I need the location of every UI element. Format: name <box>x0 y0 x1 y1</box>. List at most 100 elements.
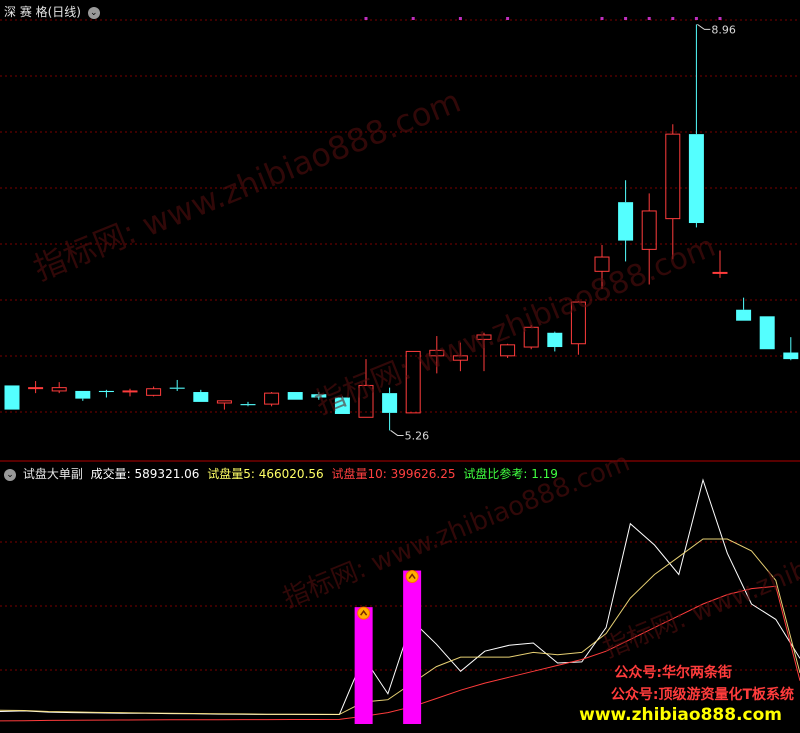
chevron-down-icon[interactable]: ⌄ <box>87 6 100 19</box>
candle <box>169 379 185 391</box>
candle <box>98 389 114 398</box>
promo-line-3: www.zhibiao888.com <box>579 705 782 725</box>
signal-dot <box>694 17 698 20</box>
signal-dot <box>671 17 675 20</box>
candle-body <box>759 316 775 350</box>
candle-body <box>570 301 586 345</box>
candle <box>75 390 91 401</box>
chart-canvas: 8.96 5.26 <box>0 17 800 724</box>
candle <box>146 386 162 397</box>
candle-body <box>146 388 162 396</box>
signal-dot <box>624 17 628 20</box>
candle-body <box>500 344 516 357</box>
signal-dot <box>506 17 510 20</box>
signal-dot <box>411 17 415 20</box>
candle-body <box>405 350 421 414</box>
signal-bars <box>354 570 422 724</box>
candle <box>712 250 728 278</box>
promo-line-1: 公众号:华尔两条街 <box>614 665 732 681</box>
annotation-label: 8.96 <box>711 23 736 36</box>
candle-body <box>665 133 681 220</box>
candle-body <box>311 394 327 398</box>
ma5-readout: 试盘量5: 466020.56 <box>207 467 324 481</box>
candle <box>287 392 303 400</box>
candle <box>334 396 350 414</box>
candle-body <box>28 387 44 390</box>
candle <box>4 385 20 410</box>
candle-body <box>122 390 138 393</box>
signal-dot <box>458 17 462 20</box>
candle <box>500 343 516 359</box>
candle-body <box>4 385 20 410</box>
candle-body <box>476 334 492 340</box>
candle <box>523 325 539 350</box>
signal-bar <box>403 570 422 724</box>
candle-body <box>240 404 256 406</box>
ma10-readout: 试盘量10: 399626.25 <box>331 467 456 481</box>
arrow-up-icon <box>357 606 371 620</box>
indicator-name: 试盘大单副 <box>22 467 83 481</box>
candle <box>358 359 374 418</box>
ratio-readout: 试盘比参考: 1.19 <box>463 467 558 481</box>
signal-bar-body <box>403 570 422 724</box>
candle-body <box>334 397 350 414</box>
vol-readout: 成交量: 589321.06 <box>90 467 200 481</box>
candle-body <box>618 202 634 241</box>
signal-dots <box>364 17 722 20</box>
annotations: 8.96 5.26 <box>390 23 736 442</box>
candle-body <box>523 326 539 348</box>
candle-body <box>98 390 114 393</box>
candle <box>618 180 634 262</box>
candle <box>311 392 327 400</box>
candle-body <box>783 352 799 360</box>
candle <box>665 124 681 260</box>
indicator-header: ⌄ 试盘大单副 成交量: 589321.06 试盘量5: 466020.56 试… <box>4 465 558 482</box>
candle-body <box>641 210 657 250</box>
candle <box>28 381 44 394</box>
candle <box>736 297 752 321</box>
candle <box>688 24 704 228</box>
candle <box>759 316 775 350</box>
signal-dot <box>718 17 722 20</box>
chevron-down-icon[interactable]: ⌄ <box>4 468 16 481</box>
candle-body <box>169 387 185 389</box>
candle <box>641 193 657 285</box>
candle-body <box>51 387 67 392</box>
candle-body <box>429 349 445 357</box>
candle <box>429 336 445 374</box>
signal-dot <box>600 17 604 20</box>
candle-body <box>382 393 398 413</box>
chart-title-row: 深 赛 格(日线) ⌄ <box>4 3 100 20</box>
candle-body <box>547 332 563 348</box>
candle <box>51 382 67 394</box>
candle-body <box>712 271 728 274</box>
candle-body <box>287 392 303 400</box>
candle <box>594 244 610 289</box>
bottom-grid <box>0 541 800 671</box>
price-annotation: 5.26 <box>390 429 430 442</box>
candle <box>193 389 209 402</box>
candle <box>122 388 138 397</box>
candle-body <box>736 309 752 321</box>
candle <box>405 350 421 414</box>
candles <box>4 24 799 431</box>
candle-body <box>193 392 209 402</box>
candle-body <box>594 256 610 272</box>
arrow-up-icon <box>405 570 419 584</box>
signal-dot <box>647 17 651 20</box>
candle <box>547 331 563 352</box>
candle <box>240 401 256 407</box>
signal-bar-body <box>354 607 373 724</box>
annotation-leader <box>390 430 404 436</box>
candle <box>452 342 468 372</box>
signal-dot <box>364 17 368 20</box>
annotation-leader <box>697 23 711 30</box>
candle-body <box>75 390 91 399</box>
candle-body <box>688 134 704 224</box>
candle <box>476 332 492 372</box>
annotation-label: 5.26 <box>405 429 430 442</box>
candle-body <box>264 392 280 405</box>
signal-bar <box>354 606 373 724</box>
stock-title: 深 赛 格(日线) <box>4 5 81 19</box>
candle <box>570 300 586 355</box>
